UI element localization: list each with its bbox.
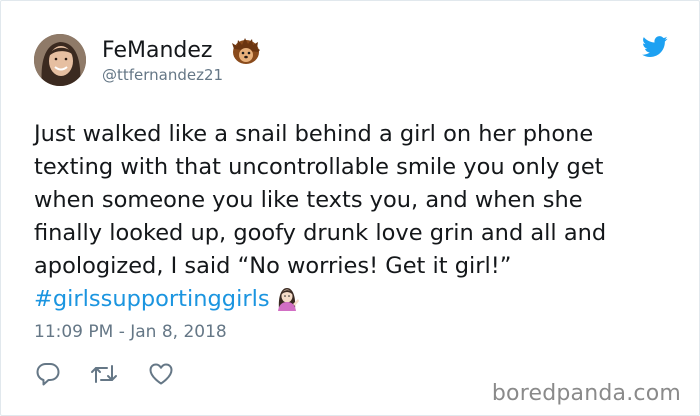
woman-tipping-hand-emoji-icon — [274, 285, 300, 311]
hashtag-line: #girlssupportinggirls — [34, 283, 674, 316]
tweet-text: Just walked like a snail behind a girl o… — [34, 118, 674, 316]
tweet-card: FeMandez @ttfernandez21 Just walked like… — [0, 0, 700, 416]
tweet-text-line: Just walked like a snail behind a girl o… — [34, 121, 594, 147]
tweet-text-line: apologized, I said “No worries! Get it g… — [34, 253, 512, 279]
tweet-text-line: finally looked up, goofy drunk love grin… — [34, 220, 607, 246]
user-handle[interactable]: @ttfernandez21 — [102, 65, 223, 85]
tweet-text-line: texting with that uncontrollable smile y… — [34, 154, 604, 180]
watermark: boredpanda.com — [491, 381, 681, 406]
avatar[interactable] — [34, 34, 86, 86]
hashtag-link[interactable]: #girlssupportinggirls — [34, 286, 270, 312]
display-name[interactable]: FeMandez — [102, 37, 212, 65]
reply-icon[interactable] — [35, 361, 61, 387]
twitter-bird-icon[interactable] — [642, 36, 668, 58]
retweet-icon[interactable] — [89, 361, 119, 387]
tweet-timestamp[interactable]: 11:09 PM - Jan 8, 2018 — [34, 320, 227, 344]
avatar-photo — [34, 34, 86, 86]
tweet-text-line: when someone you like texts you, and whe… — [34, 187, 583, 213]
heart-icon[interactable] — [148, 361, 174, 387]
hedgehog-emoji-icon — [231, 37, 261, 65]
